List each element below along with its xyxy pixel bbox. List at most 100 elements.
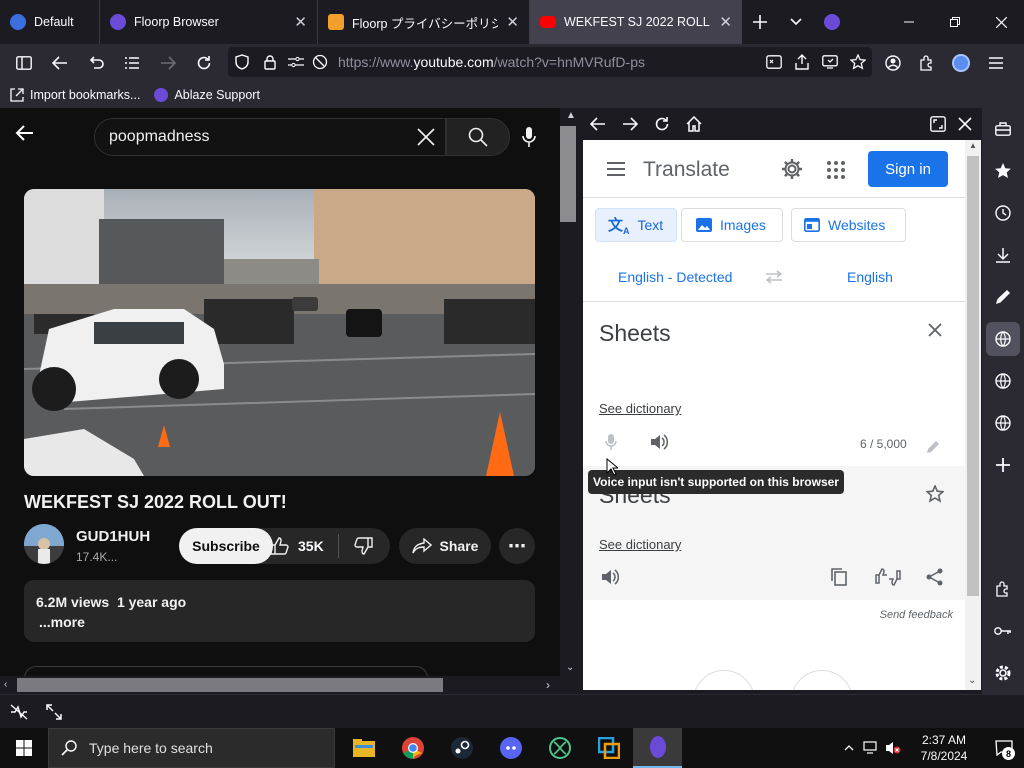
floorp-icon[interactable]: [814, 0, 850, 44]
more-link[interactable]: ...more: [39, 614, 85, 630]
rate-translation-icon[interactable]: [875, 567, 901, 587]
scroll-down-icon[interactable]: ⌄: [968, 675, 976, 686]
account-icon[interactable]: [876, 44, 910, 82]
close-window-icon[interactable]: [978, 0, 1024, 44]
passwords-key-icon[interactable]: [982, 610, 1024, 652]
mode-images-button[interactable]: Images: [681, 208, 783, 242]
mode-websites-button[interactable]: Websites: [791, 208, 906, 242]
tab-youtube[interactable]: WEKFEST SJ 2022 ROLL OUT! ✕: [530, 0, 742, 44]
hamburger-menu-icon[interactable]: [607, 162, 625, 176]
bookmarks-star-icon[interactable]: [982, 150, 1024, 192]
forward-icon[interactable]: [150, 44, 186, 82]
video-player[interactable]: [24, 189, 535, 476]
menu-icon[interactable]: [978, 44, 1014, 82]
scrollbar-thumb[interactable]: [967, 156, 979, 596]
discord-icon[interactable]: [486, 728, 535, 768]
like-icon[interactable]: [270, 537, 290, 555]
swap-languages-icon[interactable]: [765, 270, 783, 284]
close-tab-icon[interactable]: ✕: [294, 13, 307, 31]
web-panel-active-icon[interactable]: [986, 322, 1020, 356]
volume-muted-icon[interactable]: [882, 728, 904, 768]
voice-input-icon[interactable]: [605, 433, 617, 451]
panel-reload-icon[interactable]: [654, 116, 670, 132]
back-arrow-icon[interactable]: [14, 124, 34, 142]
file-explorer-icon[interactable]: [339, 728, 388, 768]
back-icon[interactable]: [42, 44, 78, 82]
notes-pen-icon[interactable]: [982, 276, 1024, 318]
panel-back-icon[interactable]: [590, 117, 606, 131]
permissions-icon[interactable]: [284, 47, 308, 77]
tab-floorp-browser[interactable]: Floorp Browser ✕: [100, 0, 318, 44]
new-tab-icon[interactable]: [742, 0, 778, 44]
see-dictionary-result-link[interactable]: See dictionary: [599, 537, 681, 552]
xbox-app-icon[interactable]: [535, 728, 584, 768]
lock-icon[interactable]: [256, 47, 284, 77]
reload-icon[interactable]: [186, 44, 222, 82]
extensions-icon[interactable]: [910, 44, 944, 82]
close-tab-icon[interactable]: ✕: [719, 13, 732, 31]
chrome-icon[interactable]: [388, 728, 437, 768]
toolbox-icon[interactable]: [982, 108, 1024, 150]
screenshot-icon[interactable]: [816, 47, 844, 77]
horizontal-scrollbar[interactable]: ‹ ›: [0, 676, 560, 694]
scroll-down-icon[interactable]: ⌄: [566, 662, 574, 673]
see-dictionary-link[interactable]: See dictionary: [599, 401, 681, 416]
dislike-icon[interactable]: [353, 537, 373, 555]
sign-in-button[interactable]: Sign in: [868, 151, 948, 187]
url-text[interactable]: https://www.youtube.com/watch?v=hnMVRufD…: [338, 54, 645, 70]
copy-icon[interactable]: [831, 568, 847, 586]
scroll-right-icon[interactable]: ›: [546, 678, 550, 692]
downloads-icon[interactable]: [982, 234, 1024, 276]
notifications-icon[interactable]: 8: [984, 728, 1024, 768]
profile-avatar-icon[interactable]: [944, 44, 978, 82]
panel-close-icon[interactable]: [958, 117, 972, 131]
bookmark-ablaze-support[interactable]: Ablaze Support: [154, 88, 260, 102]
source-language[interactable]: English - Detected: [618, 269, 732, 285]
panel-scrollbar[interactable]: ▲ ⌄: [965, 140, 981, 690]
minimize-icon[interactable]: [886, 0, 932, 44]
reader-view-icon[interactable]: [760, 47, 788, 77]
channel-name[interactable]: GUD1HUH: [76, 528, 150, 545]
scroll-up-icon[interactable]: ▲: [969, 141, 977, 150]
panel-home-icon[interactable]: [686, 116, 702, 132]
tab-default[interactable]: Default: [0, 0, 100, 44]
like-count[interactable]: 35K: [298, 538, 324, 554]
subscribe-button[interactable]: Subscribe: [179, 528, 273, 564]
history-clock-icon[interactable]: [982, 192, 1024, 234]
url-bar[interactable]: https://www.youtube.com/watch?v=hnMVRufD…: [228, 47, 872, 77]
channel-avatar[interactable]: [24, 524, 64, 564]
mode-text-button[interactable]: 文A Text: [595, 208, 677, 242]
scroll-up-icon[interactable]: ▲: [566, 110, 576, 121]
addons-icon[interactable]: [982, 568, 1024, 610]
scrollbar-thumb[interactable]: [17, 678, 443, 692]
search-input[interactable]: poopmadness: [94, 118, 446, 156]
bookmark-star-icon[interactable]: [844, 47, 872, 77]
more-actions-icon[interactable]: ⋯: [499, 528, 535, 564]
bookmark-import[interactable]: Import bookmarks...: [10, 88, 140, 102]
save-star-icon[interactable]: [926, 485, 944, 503]
tab-list-icon[interactable]: [778, 0, 814, 44]
clear-search-icon[interactable]: [417, 128, 435, 146]
network-icon[interactable]: [860, 728, 882, 768]
clock[interactable]: 2:37 AM 7/8/2024: [904, 728, 984, 768]
edit-pencil-icon[interactable]: [926, 440, 940, 454]
scroll-left-icon[interactable]: ‹: [4, 679, 7, 690]
source-text-input[interactable]: Sheets: [599, 320, 671, 347]
description-box[interactable]: 6.2M views 1 year ago ...more: [24, 580, 535, 642]
fullscreen-expand-icon[interactable]: [46, 704, 62, 720]
taskbar-search-box[interactable]: Type here to search: [48, 728, 335, 768]
restore-icon[interactable]: [932, 0, 978, 44]
undo-close-tab-icon[interactable]: [78, 44, 114, 82]
steam-icon[interactable]: [437, 728, 486, 768]
settings-gear-icon[interactable]: [982, 652, 1024, 694]
tray-chevron-icon[interactable]: [838, 728, 860, 768]
web-panel-globe-icon[interactable]: [982, 402, 1024, 444]
tracking-protection-icon[interactable]: [10, 704, 28, 720]
listen-source-icon[interactable]: [650, 434, 668, 450]
settings-gear-icon[interactable]: [781, 158, 803, 180]
panel-forward-icon[interactable]: [622, 117, 638, 131]
vertical-scrollbar[interactable]: ▲ ⌄: [560, 108, 582, 694]
saved-button[interactable]: [791, 670, 853, 690]
web-panel-globe-icon[interactable]: [982, 360, 1024, 402]
listen-result-icon[interactable]: [601, 569, 619, 585]
